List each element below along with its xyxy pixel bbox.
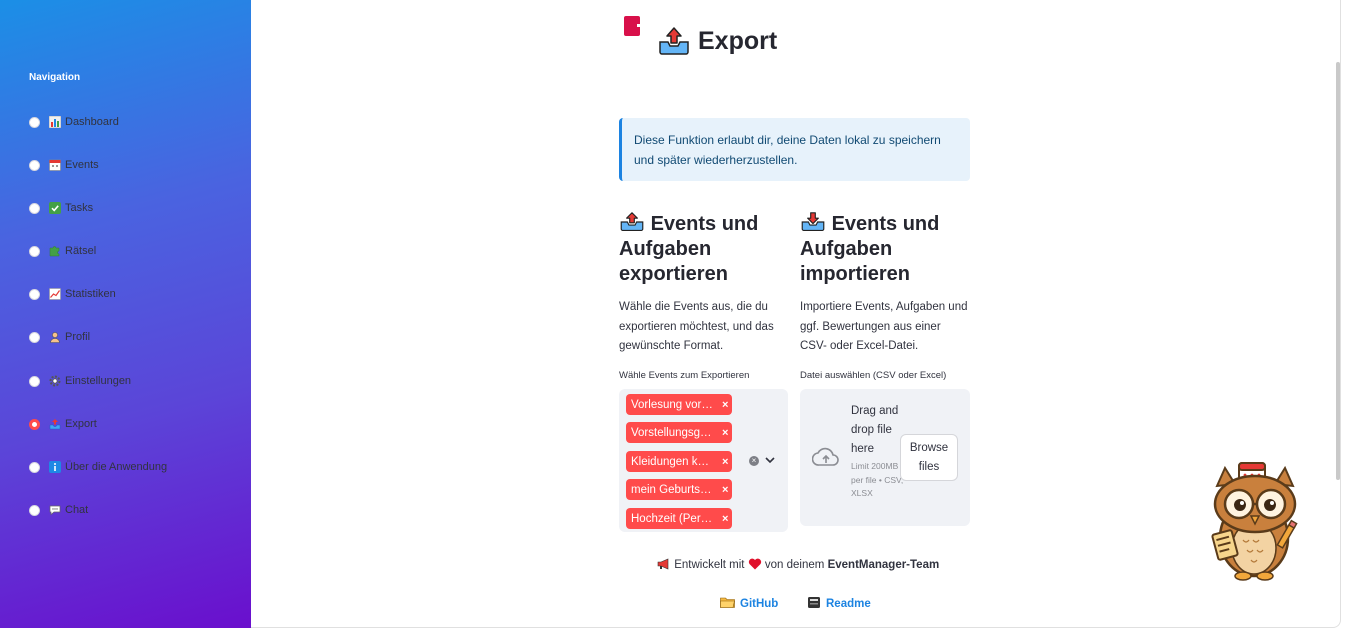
import-heading: Events und Aufgaben importieren [800, 212, 972, 287]
selected-event-tag[interactable]: Hochzeit (Per… × [626, 508, 732, 529]
radio-button[interactable] [29, 202, 40, 214]
puzzle-icon [48, 244, 62, 258]
sidebar-item-label: Statistiken [65, 288, 116, 300]
export-select-label: Wähle Events zum Exportieren [619, 370, 750, 381]
selected-event-tag[interactable]: mein Geburts… × [626, 479, 732, 500]
export-heading: Events und Aufgaben exportieren [619, 212, 791, 287]
folder-icon [720, 596, 735, 611]
sidebar-item-tasks[interactable]: Tasks [29, 200, 93, 216]
browse-files-button[interactable]: Browse files [900, 434, 958, 481]
import-description: Importiere Events, Aufgaben und ggf. Bew… [800, 301, 968, 352]
file-upload-label: Datei auswählen (CSV oder Excel) [800, 370, 947, 381]
remove-tag-icon[interactable]: × [722, 484, 728, 496]
outbox-tray-icon [658, 26, 690, 56]
events-multiselect[interactable]: Vorlesung vor… × Vorstellungsg… × Kleidung… [619, 389, 788, 532]
sidebar-item-export[interactable]: Export [29, 416, 97, 432]
file-dropzone[interactable]: Drag and drop file here Limit 200MB per … [800, 389, 970, 526]
radio-button-selected[interactable] [29, 418, 40, 430]
bar-chart-icon [48, 115, 62, 129]
info-icon [48, 460, 62, 474]
outbox-tray-icon [48, 417, 62, 431]
sidebar-item-label: Einstellungen [65, 375, 132, 387]
outbox-tray-icon [620, 212, 644, 232]
github-link[interactable]: GitHub [720, 596, 778, 611]
footer-prefix: Entwickelt mit [674, 559, 745, 571]
radio-button[interactable] [29, 331, 40, 343]
calendar-icon [48, 158, 62, 172]
radio-button[interactable] [29, 375, 40, 387]
speech-bubble-icon [48, 503, 62, 517]
sidebar: Navigation Dashboard Events Tasks Rätsel [0, 0, 251, 628]
footer-credit: Entwickelt mit von deinem EventManager-T… [657, 558, 939, 573]
megaphone-icon [657, 558, 671, 573]
sidebar-item-label: Über die Anwendung [65, 461, 168, 473]
sidebar-item-profil[interactable]: Profil [29, 329, 90, 345]
remove-tag-icon[interactable]: × [722, 427, 728, 439]
sidebar-item-statistiken[interactable]: Statistiken [29, 286, 116, 302]
export-description: Wähle die Events aus, die du exportieren… [619, 301, 774, 352]
sidebar-item-label: Chat [65, 504, 89, 516]
main-content [251, 0, 1341, 628]
tag-label: Vorstellungsg… [631, 426, 712, 439]
radio-button[interactable] [29, 288, 40, 300]
person-icon [48, 330, 62, 344]
radio-button[interactable] [29, 504, 40, 516]
radio-button[interactable] [29, 116, 40, 128]
sidebar-item-label: Events [65, 159, 99, 171]
sidebar-item-label: Rätsel [65, 245, 97, 257]
remove-tag-icon[interactable]: × [722, 456, 728, 468]
selected-event-tag[interactable]: Vorstellungsg… × [626, 422, 732, 443]
selected-event-tag[interactable]: Vorlesung vor… × [626, 394, 732, 415]
tag-label: Vorlesung vor… [631, 398, 713, 411]
dropzone-limit-text: Limit 200MB per file • CSV, XLSX [851, 461, 904, 498]
checkmark-icon [48, 201, 62, 215]
radio-button[interactable] [29, 245, 40, 257]
chevron-down-icon[interactable] [765, 453, 775, 467]
remove-tag-icon[interactable]: × [722, 399, 728, 411]
sidebar-item-label: Dashboard [65, 116, 119, 128]
gear-icon [48, 374, 62, 388]
trend-chart-icon [48, 287, 62, 301]
sidebar-item-chat[interactable]: Chat [29, 502, 88, 518]
sidebar-item-dashboard[interactable]: Dashboard [29, 114, 119, 130]
github-link-label[interactable]: GitHub [740, 598, 778, 610]
tag-label: Kleidungen k… [631, 455, 709, 468]
footer-middle: von deinem [764, 559, 825, 571]
remove-tag-icon[interactable]: × [722, 513, 728, 525]
readme-link-label[interactable]: Readme [826, 598, 871, 610]
sidebar-item-einstellungen[interactable]: Einstellungen [29, 373, 131, 389]
footer-team: EventManager-Team [827, 559, 940, 571]
owl-mascot-image [1207, 462, 1303, 584]
book-icon [807, 596, 821, 612]
clear-all-icon[interactable]: × [749, 456, 759, 466]
tag-label: mein Geburts… [631, 483, 712, 496]
inbox-tray-icon [801, 212, 825, 232]
selected-event-tag[interactable]: Kleidungen k… × [626, 451, 732, 472]
floating-badge-icon[interactable] [624, 16, 642, 36]
cloud-upload-icon [811, 446, 840, 473]
sidebar-title: Navigation [29, 72, 81, 83]
sidebar-item-label: Tasks [65, 202, 94, 214]
sidebar-item-label: Export [65, 418, 97, 430]
page-title: Export [658, 26, 777, 56]
scrollbar[interactable] [1336, 62, 1340, 480]
radio-button[interactable] [29, 159, 40, 171]
info-alert: Diese Funktion erlaubt dir, deine Daten … [619, 118, 970, 181]
sidebar-item-raetsel[interactable]: Rätsel [29, 243, 96, 259]
tag-label: Hochzeit (Per… [631, 512, 713, 525]
heart-icon [748, 558, 762, 573]
sidebar-item-ueber[interactable]: Über die Anwendung [29, 459, 167, 475]
readme-link[interactable]: Readme [807, 596, 871, 612]
sidebar-item-events[interactable]: Events [29, 157, 99, 173]
radio-button[interactable] [29, 461, 40, 473]
page-title-text: Export [698, 26, 778, 55]
sidebar-item-label: Profil [65, 331, 91, 343]
